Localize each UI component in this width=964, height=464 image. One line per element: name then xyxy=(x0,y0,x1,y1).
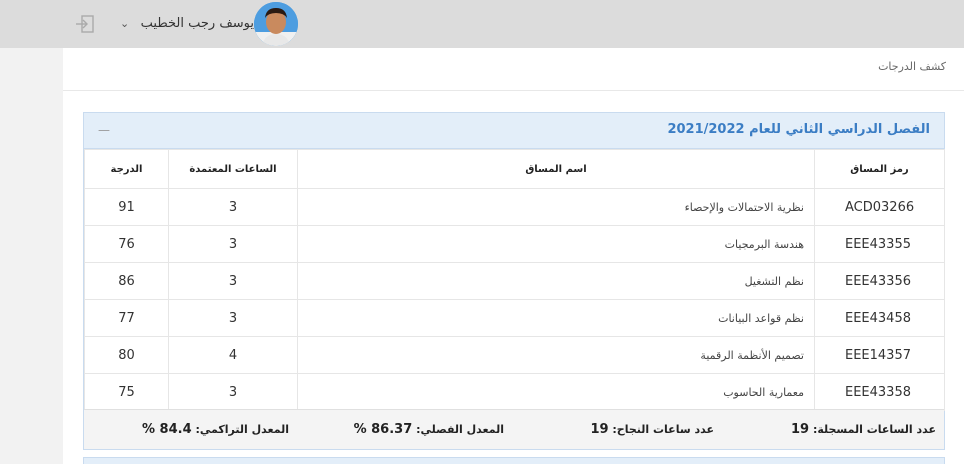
course-hours: 3 xyxy=(168,225,298,263)
cumulative-gpa-value: 84.4 % xyxy=(141,422,192,437)
course-grade: 77 xyxy=(84,299,169,337)
semester-title: الفصل الدراسي الثاني للعام 2021/2022 xyxy=(667,122,930,137)
column-header-name: اسم المساق xyxy=(297,149,815,189)
course-code: EEE43358 xyxy=(814,373,945,411)
user-avatar-icon xyxy=(254,2,298,46)
table-row: ACD03266 نظرية الاحتمالات والإحصاء 3 91 xyxy=(84,188,945,226)
course-grade: 80 xyxy=(84,336,169,374)
course-name: نظم قواعد البيانات xyxy=(297,299,815,337)
page-title: كشف الدرجات xyxy=(878,60,946,73)
course-hours: 3 xyxy=(168,373,298,411)
main-content: كشف الدرجات الفصل الدراسي الثاني للعام 2… xyxy=(63,48,964,464)
user-name[interactable]: يوسف رجب الخطيب xyxy=(138,14,254,34)
course-grade: 86 xyxy=(84,262,169,300)
chevron-down-icon[interactable]: ⌄ xyxy=(120,14,132,34)
course-hours: 3 xyxy=(168,262,298,300)
course-code: EEE43355 xyxy=(814,225,945,263)
course-grade: 76 xyxy=(84,225,169,263)
divider xyxy=(63,90,964,91)
course-grade: 75 xyxy=(84,373,169,411)
registered-hours: عدد الساعات المسجلة: 19 xyxy=(791,422,936,437)
top-bar: ⌄ يوسف رجب الخطيب xyxy=(0,0,964,48)
table-row: EEE43458 نظم قواعد البيانات 3 77 xyxy=(84,299,945,337)
table-row: EEE43358 معمارية الحاسوب 3 75 xyxy=(84,373,945,411)
semester-gpa-value: 86.37 % xyxy=(353,422,413,437)
course-hours: 3 xyxy=(168,188,298,226)
course-code: ACD03266 xyxy=(814,188,945,226)
registered-hours-value: 19 xyxy=(791,422,810,437)
semester-gpa: المعدل الفصلي: 86.37 % xyxy=(354,422,504,437)
course-grade: 91 xyxy=(84,188,169,226)
table-row: EEE43355 هندسة البرمجيات 3 76 xyxy=(84,225,945,263)
registered-hours-label: عدد الساعات المسجلة: xyxy=(812,423,936,436)
course-hours: 3 xyxy=(168,299,298,337)
passed-hours-value: 19 xyxy=(590,422,609,437)
course-code: EEE43356 xyxy=(814,262,945,300)
avatar[interactable] xyxy=(254,2,298,46)
course-hours: 4 xyxy=(168,336,298,374)
next-semester-panel xyxy=(83,457,945,464)
table-header-row: رمز المساق اسم المساق الساعات المعتمدة ا… xyxy=(84,149,945,189)
table-row: EEE14357 تصميم الأنظمة الرقمية 4 80 xyxy=(84,336,945,374)
semester-panel: الفصل الدراسي الثاني للعام 2021/2022 — ر… xyxy=(83,112,945,450)
collapse-icon[interactable]: — xyxy=(98,121,112,139)
course-name: نظم التشغيل xyxy=(297,262,815,300)
column-header-grade: الدرجة xyxy=(84,149,169,189)
course-code: EEE14357 xyxy=(814,336,945,374)
passed-hours-label: عدد ساعات النجاح: xyxy=(612,423,714,436)
cumulative-gpa: المعدل التراكمي: 84.4 % xyxy=(142,422,289,437)
column-header-hours: الساعات المعتمدة xyxy=(168,149,298,189)
semester-summary: عدد الساعات المسجلة: 19 عدد ساعات النجاح… xyxy=(84,409,944,449)
semester-gpa-label: المعدل الفصلي: xyxy=(416,423,504,436)
course-code: EEE43458 xyxy=(814,299,945,337)
grades-table: رمز المساق اسم المساق الساعات المعتمدة ا… xyxy=(84,149,945,411)
table-row: EEE43356 نظم التشغيل 3 86 xyxy=(84,262,945,300)
logout-icon[interactable] xyxy=(74,13,96,35)
course-name: معمارية الحاسوب xyxy=(297,373,815,411)
semester-panel-header: الفصل الدراسي الثاني للعام 2021/2022 — xyxy=(84,113,944,149)
cumulative-gpa-label: المعدل التراكمي: xyxy=(195,423,289,436)
passed-hours: عدد ساعات النجاح: 19 xyxy=(590,422,714,437)
course-name: نظرية الاحتمالات والإحصاء xyxy=(297,188,815,226)
course-name: هندسة البرمجيات xyxy=(297,225,815,263)
column-header-code: رمز المساق xyxy=(814,149,945,189)
course-name: تصميم الأنظمة الرقمية xyxy=(297,336,815,374)
